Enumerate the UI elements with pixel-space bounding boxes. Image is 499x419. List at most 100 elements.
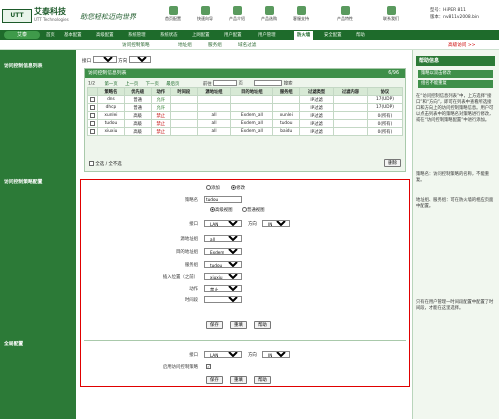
pager-first[interactable]: 第一页 xyxy=(104,82,117,87)
pager-goto-input[interactable] xyxy=(213,80,238,86)
table-row[interactable]: dhcp 普通 允许 IP过滤 17(UDP) xyxy=(87,103,404,112)
src-group-select[interactable]: all xyxy=(204,235,242,242)
list-filter: 接口 LAN 方向 IN xyxy=(82,56,151,64)
help-paragraph-4: 只有在用户管理一时间段配置中配置了时间段，才能在这里选择。 xyxy=(416,300,494,311)
view-radios: 高级视图 普通视图 xyxy=(210,207,265,213)
row-checkbox[interactable] xyxy=(90,128,95,134)
svc-group-select[interactable]: tudou xyxy=(204,261,242,268)
tab-help[interactable]: 帮助 xyxy=(356,31,365,40)
tab-user-config[interactable]: 用户配置 xyxy=(224,31,242,40)
help-tip-2: 组名不能重复 xyxy=(418,80,493,88)
global-iface-label: 接口 xyxy=(189,353,198,358)
select-all[interactable]: 全选 / 全不选 xyxy=(89,161,122,167)
mode-radios: 添加 修改 xyxy=(206,185,245,191)
features-icon xyxy=(340,6,350,15)
quick-product-button[interactable]: 产品介绍 xyxy=(222,6,252,28)
policy-name-input[interactable] xyxy=(204,196,242,203)
tab-firewall[interactable]: 防火墙 xyxy=(294,31,314,40)
nav-logo-button[interactable]: 艾泰 xyxy=(4,31,40,39)
policy-dir-select[interactable]: IN xyxy=(262,220,290,227)
quick-contact-button[interactable]: 联系我们 xyxy=(376,6,406,28)
policy-save-button[interactable]: 保存 xyxy=(206,321,223,329)
insert-pos-label: 插入位置（之前） xyxy=(162,275,198,280)
quick-buy-button[interactable]: 产品选购 xyxy=(254,6,284,28)
pager-next[interactable]: 下一页 xyxy=(146,82,159,87)
quick-support-button[interactable]: 客服支持 xyxy=(286,6,316,28)
action-label: 动作 xyxy=(189,287,198,292)
select-all-checkbox[interactable] xyxy=(89,161,94,166)
pager-prev[interactable]: 上一页 xyxy=(125,82,138,87)
help-paragraph-3: 地址组、服务组：可在防火墙的相应页面中配置。 xyxy=(416,198,494,209)
subnav-acl[interactable]: 访问控制策略 xyxy=(122,42,150,48)
global-iface-select[interactable]: LAN xyxy=(204,351,242,358)
policy-reset-button[interactable]: 重填 xyxy=(230,321,247,329)
help-paragraph-1: 在“访问控制信息列表”中，上方选择“接口”和“方向”，即可在列表中查看所选接口和… xyxy=(416,94,494,123)
list-iface-select[interactable]: LAN xyxy=(92,56,117,63)
help-tip-1: 策略以双击修改 xyxy=(418,70,493,78)
tab-security[interactable]: 安全配置 xyxy=(324,31,342,40)
quick-home-button[interactable]: 首页配置 xyxy=(158,6,188,28)
action-select[interactable]: 禁止 xyxy=(204,285,242,292)
delete-button[interactable]: 删除 xyxy=(384,159,401,167)
tab-advanced[interactable]: 高级配置 xyxy=(96,31,114,40)
subnav-svc-group[interactable]: 服务组 xyxy=(208,42,222,48)
table-row[interactable]: dns 普通 允许 IP过滤 17(UDP) xyxy=(87,95,404,104)
brand-sub: UTT Technologies xyxy=(34,17,69,22)
global-help-button[interactable]: 帮助 xyxy=(254,376,271,384)
table-header: 策略名 优先级 动作 时间段 源地址组 目的地址组 服务组 过滤类型 过滤内容 协议 xyxy=(87,87,404,96)
time-label: 时间段 xyxy=(184,298,198,303)
pager-goto[interactable]: 前往 xyxy=(203,82,212,87)
quick-wizard-button[interactable]: 快速向导 xyxy=(190,6,220,28)
sub-nav: 访问控制策略 地址组 服务组 域名过滤 高级访问 >> xyxy=(0,40,499,50)
row-checkbox[interactable] xyxy=(90,104,95,110)
policy-iface-label: 接口 xyxy=(189,222,198,227)
subnav-advanced-link[interactable]: 高级访问 >> xyxy=(448,42,476,48)
enable-acl-checkbox[interactable]: ✓ xyxy=(206,364,211,369)
pager-last[interactable]: 最后页 xyxy=(166,82,179,87)
policy-name-label: 策略名 xyxy=(184,198,198,203)
global-save-button[interactable]: 保存 xyxy=(206,376,223,384)
subnav-domain-filter[interactable]: 域名过滤 xyxy=(238,42,256,48)
utt-logo: UTT xyxy=(2,9,32,23)
pager: 1/2 第一页 上一页 下一页 最后页 前往 页 搜索 xyxy=(88,80,293,87)
list-direction-select[interactable]: IN xyxy=(128,56,151,63)
support-icon xyxy=(296,6,306,15)
search-button[interactable]: 搜索 xyxy=(284,82,293,87)
insert-pos-select[interactable]: xiuxiu xyxy=(204,273,242,280)
global-dir-select[interactable]: IN xyxy=(262,351,290,358)
subnav-addr-group[interactable]: 地址组 xyxy=(178,42,192,48)
tab-system-mgmt[interactable]: 系统管理 xyxy=(128,31,146,40)
quick-features-button[interactable]: 产品特性 xyxy=(330,6,360,28)
acl-table: 策略名 优先级 动作 时间段 源地址组 目的地址组 服务组 过滤类型 过滤内容 协议 dns… xyxy=(87,87,404,136)
row-checkbox[interactable] xyxy=(90,96,95,102)
row-checkbox[interactable] xyxy=(90,112,95,118)
tab-internet[interactable]: 上网配置 xyxy=(192,31,210,40)
dst-group-label: 目的地址组 xyxy=(176,250,198,255)
search-input[interactable] xyxy=(254,80,283,86)
tab-basic[interactable]: 基本配置 xyxy=(64,31,82,40)
wizard-icon xyxy=(200,6,210,15)
device-info: 型号：HiPER 811 版本：nv811v2008.bin xyxy=(430,7,479,21)
table-row[interactable]: tudou 高级 禁止 all Exdem_all tudou IP过滤 0(所有) xyxy=(87,119,404,128)
home-icon xyxy=(168,6,178,15)
policy-dir-label: 方向 xyxy=(248,222,257,227)
tab-home[interactable]: 首页 xyxy=(46,31,55,40)
table-row[interactable]: xunlei 高级 禁止 all Exdem_all xunlei IP过滤 0(所有) xyxy=(87,111,404,120)
global-reset-button[interactable]: 重填 xyxy=(230,376,247,384)
tab-system-status[interactable]: 系统状态 xyxy=(160,31,178,40)
time-select[interactable] xyxy=(204,296,242,303)
label-acl-config: 访问控制策略配置 xyxy=(4,180,43,185)
src-group-label: 源地址组 xyxy=(180,237,198,242)
acl-list-title: 访问控制信息列表 6/96 xyxy=(85,69,405,78)
table-row[interactable]: xiuxiu 高级 禁止 all Exdem_all baidu IP过滤 0(所有) xyxy=(87,127,404,136)
policy-help-button[interactable]: 帮助 xyxy=(254,321,271,329)
device-version: 版本：nv811v2008.bin xyxy=(430,15,479,20)
cart-icon xyxy=(264,6,274,15)
dst-group-select[interactable]: Exdem_all xyxy=(204,248,242,255)
enable-acl-label: 启用访问控制策略 xyxy=(162,365,198,370)
policy-iface-select[interactable]: LAN xyxy=(204,220,242,227)
brand-slogan: 助您轻松迈向世界 xyxy=(80,13,136,21)
help-title: 帮助信息 xyxy=(416,56,495,66)
tab-user-mgmt[interactable]: 用户管理 xyxy=(258,31,276,40)
row-checkbox[interactable] xyxy=(90,120,95,126)
